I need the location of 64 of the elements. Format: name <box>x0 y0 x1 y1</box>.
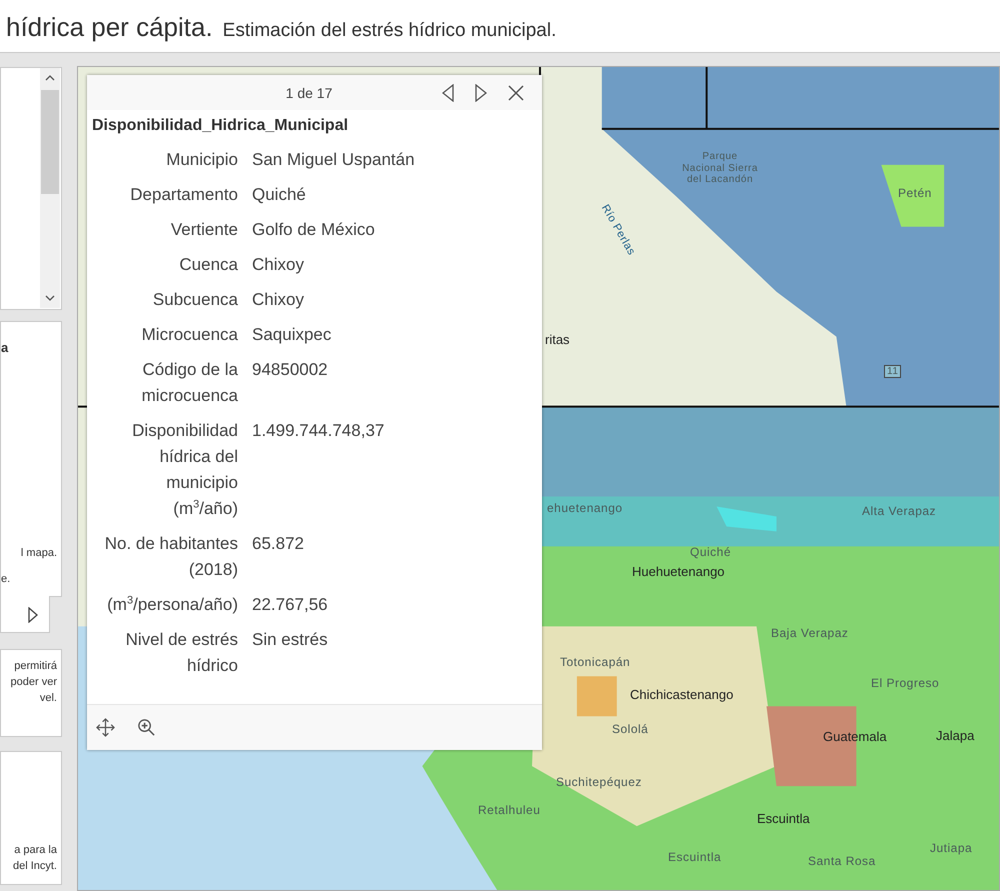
map-label: Santa Rosa <box>808 854 876 868</box>
previous-icon[interactable] <box>442 84 454 102</box>
field-value: Quiché <box>252 184 307 206</box>
page-title: hídrica per cápita. <box>6 12 213 43</box>
panel-text: l mapa. <box>20 547 57 559</box>
field-value: San Miguel Uspantán <box>252 149 416 171</box>
field-label: Municipio <box>165 149 238 171</box>
field-value: Sin estrés <box>252 629 329 651</box>
page-counter: 1 de 17 <box>284 84 334 100</box>
panel-text: permitirá <box>14 660 57 672</box>
panel-text: vel. <box>40 692 57 704</box>
map-label: Retalhuleu <box>478 803 540 817</box>
map-label: Escuintla <box>668 850 722 864</box>
field-value: Chixoy <box>252 254 305 276</box>
map-label: Totonicapán <box>560 655 630 669</box>
map-label: Petén <box>898 186 932 200</box>
pan-icon[interactable] <box>96 718 115 737</box>
panel-text: poder ver <box>10 676 57 688</box>
map-label: Jalapa <box>936 728 974 743</box>
map-label: Alta Verapaz <box>862 504 936 518</box>
field-label: Nivel de estrés hídrico <box>124 629 238 677</box>
chevron-up-icon[interactable] <box>45 75 55 81</box>
field-label: Departamento <box>129 184 238 206</box>
panel-text: e. <box>1 573 10 585</box>
map-label: Quiché <box>690 545 732 559</box>
zoom-in-icon[interactable] <box>137 718 156 737</box>
next-icon[interactable] <box>28 607 38 623</box>
field-label: Disponibilidad hídrica del municipio (m$^{3}$/año) <box>131 420 238 520</box>
map-label: Suchitepéquez <box>556 775 642 789</box>
map-label: ritas <box>545 332 570 347</box>
field-value: Golfo de México <box>252 219 376 241</box>
layer-title: Disponibilidad_Hidrica_Municipal <box>91 116 350 135</box>
panel-text: a <box>1 340 8 355</box>
field-label: No. de habitantes (2018) <box>104 533 238 581</box>
chevron-down-icon[interactable] <box>45 295 55 301</box>
map-label: Escuintla <box>757 811 810 826</box>
panel-text: del Incyt. <box>12 860 57 872</box>
field-label: Microcuenca <box>140 324 238 346</box>
scrollbar[interactable] <box>40 68 60 308</box>
map-label: Jutiapa <box>930 841 972 855</box>
field-label: Subcuenca <box>152 289 238 311</box>
panel-text: a para la <box>14 844 57 856</box>
map-label: Huehuetenango <box>632 564 725 579</box>
map-label: Sololá <box>612 722 648 736</box>
map-label: Baja Verapaz <box>771 626 848 640</box>
field-label: Código de la microcuenca <box>140 359 238 407</box>
map-label: Guatemala <box>823 729 887 744</box>
map-label: 11 <box>884 365 902 378</box>
field-value: 22.767,56 <box>252 594 329 616</box>
field-value: Saquixpec <box>252 324 332 346</box>
close-icon[interactable] <box>508 84 524 100</box>
field-value: 65.872 <box>252 533 305 555</box>
next-icon[interactable] <box>475 84 487 102</box>
map-label: El Progreso <box>871 676 940 690</box>
page-subtitle: Estimación del estrés hídrico municipal. <box>222 20 556 42</box>
field-value: 1.499.744.748,37 <box>252 420 386 442</box>
field-value: 94850002 <box>252 359 329 381</box>
field-label: Cuenca <box>178 254 238 276</box>
field-label: (m$^{3}$/persona/año) <box>106 593 238 616</box>
map-label: ehuetenango <box>547 501 623 515</box>
map-label: Parque Nacional Sierra del Lacandón <box>681 151 759 186</box>
field-label: Vertiente <box>170 219 238 241</box>
map-label: Chichicastenango <box>630 687 734 702</box>
field-value: Chixoy <box>252 289 305 311</box>
